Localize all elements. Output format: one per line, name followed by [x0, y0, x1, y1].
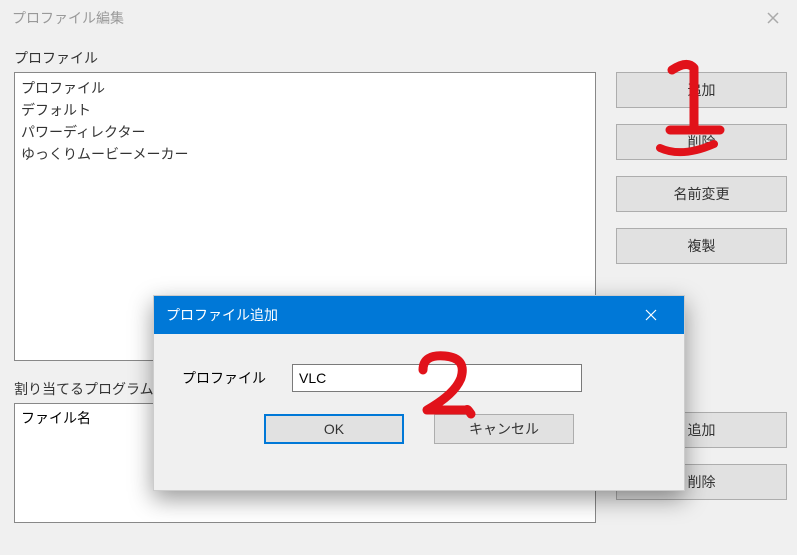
dialog-close-button[interactable] [630, 296, 672, 334]
cancel-button[interactable]: キャンセル [434, 414, 574, 444]
list-item[interactable]: パワーディレクター [21, 121, 589, 143]
duplicate-profile-label: 複製 [688, 236, 716, 256]
rename-profile-label: 名前変更 [674, 184, 730, 204]
profile-name-row: プロファイル [182, 364, 656, 392]
profiles-label: プロファイル [14, 48, 788, 68]
main-titlebar: プロファイル編集 [0, 0, 797, 36]
remove-profile-label: 削除 [688, 132, 716, 152]
dialog-buttons: OK キャンセル [182, 414, 656, 444]
profile-name-input[interactable] [292, 364, 582, 392]
duplicate-profile-button[interactable]: 複製 [616, 228, 787, 264]
add-profile-label: 追加 [688, 80, 716, 100]
remove-program-label: 削除 [688, 472, 716, 492]
ok-label: OK [324, 421, 344, 437]
dialog-body: プロファイル OK キャンセル [154, 334, 684, 454]
remove-profile-button[interactable]: 削除 [616, 124, 787, 160]
rename-profile-button[interactable]: 名前変更 [616, 176, 787, 212]
close-icon[interactable] [761, 6, 785, 30]
list-item[interactable]: プロファイル [21, 77, 589, 99]
dialog-titlebar: プロファイル追加 [154, 296, 684, 334]
list-item[interactable]: デフォルト [21, 99, 589, 121]
dialog-title: プロファイル追加 [166, 305, 278, 325]
close-icon [645, 309, 657, 321]
list-item[interactable]: ゆっくりムービーメーカー [21, 143, 589, 165]
cancel-label: キャンセル [469, 419, 539, 439]
add-program-label: 追加 [688, 420, 716, 440]
ok-button[interactable]: OK [264, 414, 404, 444]
profile-name-label: プロファイル [182, 368, 292, 388]
window-title: プロファイル編集 [12, 8, 124, 28]
add-profile-button[interactable]: 追加 [616, 72, 787, 108]
add-profile-dialog: プロファイル追加 プロファイル OK キャンセル [153, 295, 685, 491]
